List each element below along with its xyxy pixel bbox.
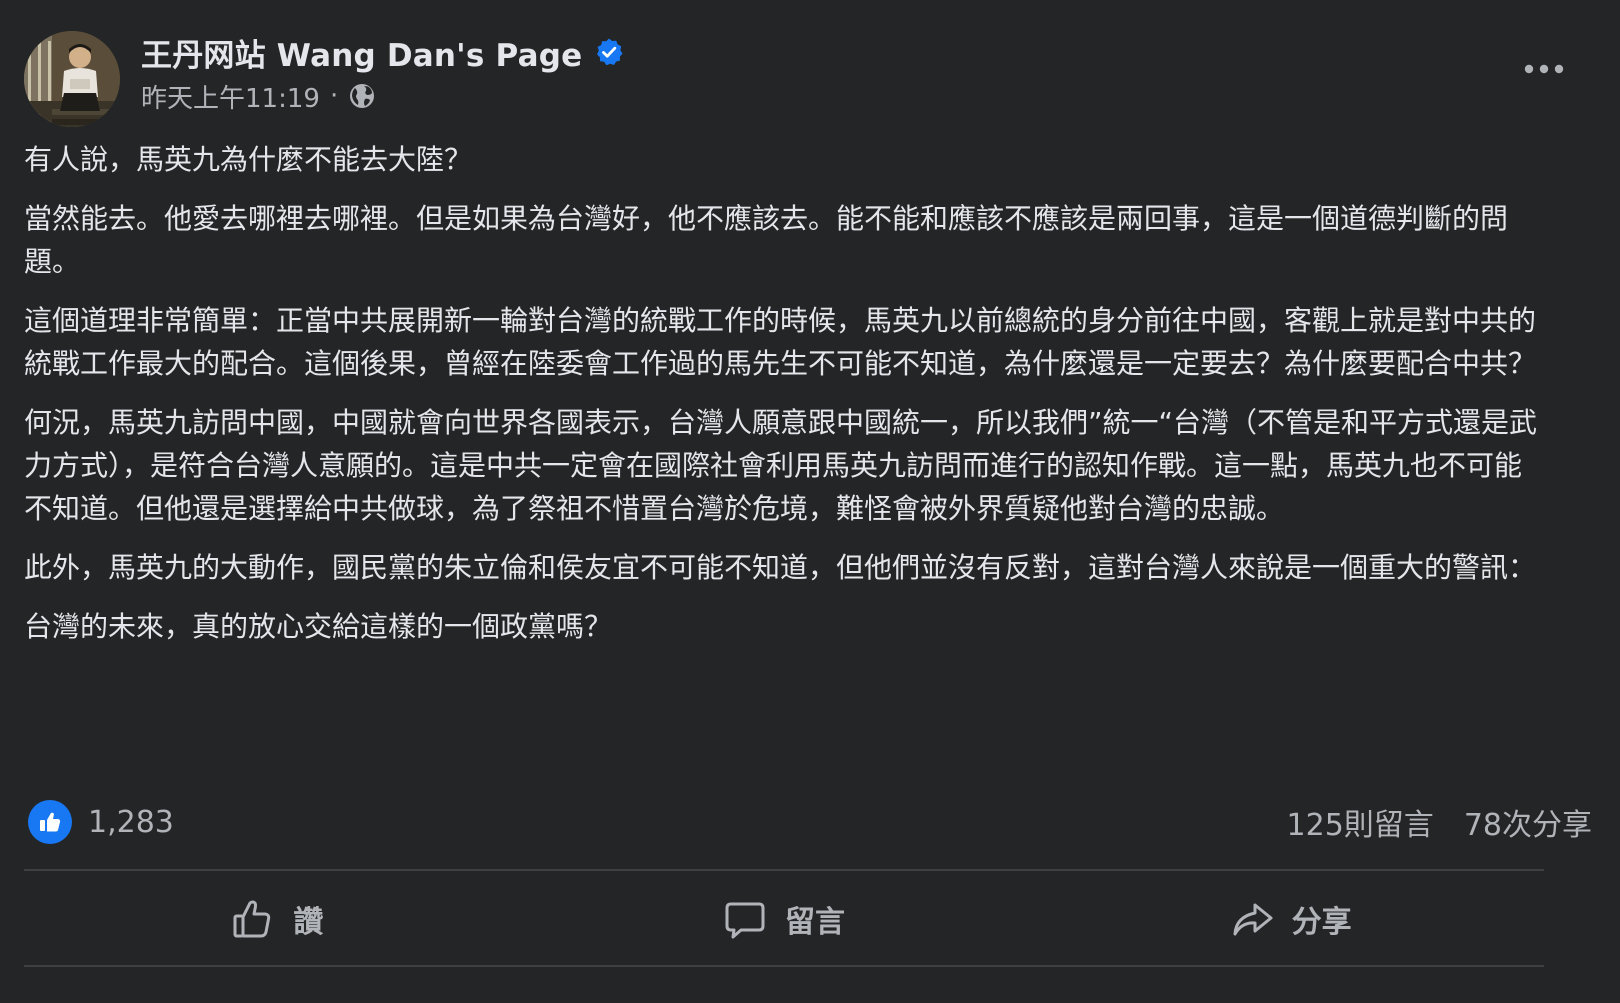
share-icon — [1233, 903, 1273, 936]
like-label: 讚 — [293, 905, 324, 940]
thumbs-up-icon[interactable] — [28, 800, 72, 844]
post-paragraph: 有人說，馬英九為什麼不能去大陸？ — [24, 143, 473, 176]
more-options-button[interactable] — [1516, 54, 1572, 84]
post-actions: 讚 留言 分享 — [24, 880, 1544, 958]
post-body: 有人說，馬英九為什麼不能去大陸？ 當然能去。他愛去哪裡去哪裡。但是如果為台灣好，… — [24, 138, 1544, 664]
comment-icon — [725, 902, 765, 939]
share-button[interactable]: 分享 — [1037, 880, 1544, 958]
post-stats: 1,283 125則留言 78次分享 — [24, 796, 1596, 848]
divider — [24, 869, 1544, 871]
comment-label: 留言 — [785, 905, 845, 940]
comment-button[interactable]: 留言 — [531, 880, 1038, 958]
post-paragraph: 台灣的未來，真的放心交給這樣的一個政黨嗎？ — [24, 610, 613, 643]
post-timestamp[interactable]: 昨天上午11:19 — [141, 78, 320, 115]
thumbs-up-outline-icon — [233, 900, 271, 938]
meta-separator: · — [329, 81, 339, 111]
globe-icon[interactable] — [348, 82, 376, 110]
post-paragraph: 何況，馬英九訪問中國，中國就會向世界各國表示，台灣人願意跟中國統一，所以我們”統… — [24, 406, 1538, 525]
post-paragraph: 此外，馬英九的大動作，國民黨的朱立倫和侯友宜不可能不知道，但他們並沒有反對，這對… — [24, 551, 1537, 584]
post-header: 王丹网站 Wang Dan's Page 昨天上午11:19 · — [24, 28, 1596, 128]
post-meta-row: 昨天上午11:19 · — [141, 78, 376, 114]
post-paragraph: 這個道理非常簡單：正當中共展開新一輪對台灣的統戰工作的時候，馬英九以前總統的身分… — [24, 304, 1537, 380]
page-name[interactable]: 王丹网站 Wang Dan's Page — [141, 30, 582, 75]
more-options-icon — [1524, 64, 1564, 74]
share-label: 分享 — [1291, 905, 1352, 940]
share-count[interactable]: 78次分享 — [1464, 800, 1592, 844]
divider — [24, 965, 1544, 967]
like-count[interactable]: 1,283 — [88, 805, 174, 840]
comment-count[interactable]: 125則留言 — [1287, 800, 1434, 844]
verified-badge-icon — [594, 37, 624, 67]
stats-right: 125則留言 78次分享 — [1287, 800, 1592, 844]
like-button[interactable]: 讚 — [24, 880, 531, 958]
post-paragraph: 當然能去。他愛去哪裡去哪裡。但是如果為台灣好，他不應該去。能不能和應該不應該是兩… — [24, 202, 1509, 278]
page-avatar[interactable] — [24, 31, 120, 127]
page-name-row: 王丹网站 Wang Dan's Page — [141, 30, 624, 74]
